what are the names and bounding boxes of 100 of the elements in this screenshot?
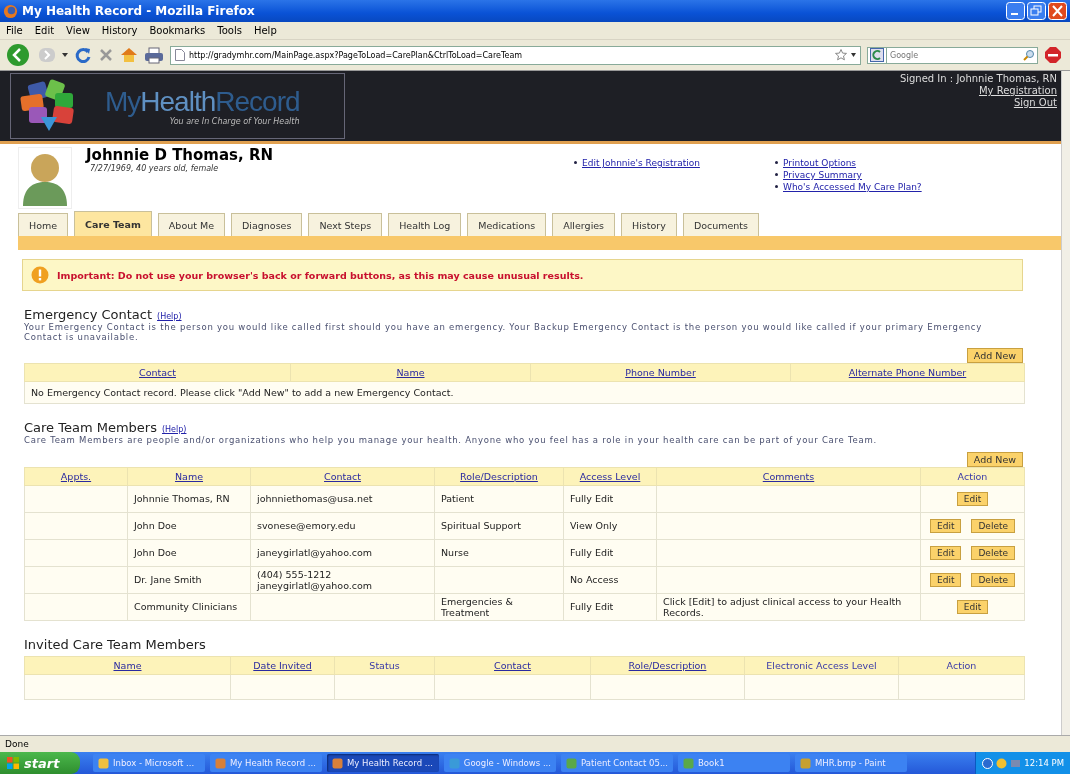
table-cell: Spiritual Support <box>434 512 564 539</box>
help-link[interactable]: (Help) <box>157 312 182 321</box>
header-link[interactable]: Sign Out <box>1013 97 1057 109</box>
menu-item[interactable]: Help <box>253 25 277 36</box>
column-header[interactable]: Role/Description <box>590 656 745 674</box>
add-new-button[interactable]: Add New <box>966 348 1023 363</box>
edit-button[interactable]: Edit <box>956 491 989 506</box>
menu-item[interactable]: Tools <box>217 25 242 36</box>
clock: 12:14 PM <box>1024 758 1064 768</box>
column-header[interactable]: Name <box>290 363 531 382</box>
profile-link[interactable]: Privacy Summary <box>783 170 862 180</box>
app-icon <box>449 757 460 769</box>
header-link[interactable]: My Registration <box>978 85 1057 97</box>
patient-name: Johnnie D Thomas, RN <box>86 147 275 164</box>
app-icon <box>800 757 811 769</box>
caret-icon[interactable] <box>851 53 856 57</box>
bullet-icon <box>775 173 778 176</box>
address-field[interactable]: http://gradymhr.com/MainPage.aspx?PageToLoad=CarePlan&CtrlToLoad=CareTeam <box>170 45 861 65</box>
column-header[interactable]: Access Level <box>563 467 657 485</box>
window-title: My Health Record - Mozilla Firefox <box>22 4 256 18</box>
delete-button[interactable]: Delete <box>971 545 1015 560</box>
menu-item[interactable]: File <box>6 25 23 36</box>
warning-icon <box>31 266 49 284</box>
tagline: You are In Charge of Your Health <box>169 116 300 126</box>
tab[interactable]: Care Team <box>74 211 152 236</box>
column-header[interactable]: Contact <box>250 467 435 485</box>
minimize-button[interactable] <box>1006 2 1025 20</box>
column-header[interactable]: Role/Description <box>434 467 564 485</box>
edit-button[interactable]: Edit <box>930 545 962 560</box>
tab[interactable]: Health Log <box>388 213 462 236</box>
column-header[interactable]: Phone Number <box>530 363 791 382</box>
app-icon <box>332 757 343 769</box>
profile-link[interactable]: Who's Accessed My Care Plan? <box>783 182 922 192</box>
tab[interactable]: History <box>621 213 677 236</box>
table-cell: svonese@emory.edu <box>250 512 435 539</box>
tab[interactable]: Medications <box>467 213 547 236</box>
home-icon[interactable] <box>120 47 138 63</box>
column-header[interactable]: Appts. <box>24 467 128 485</box>
tab[interactable]: Diagnoses <box>231 213 303 236</box>
profile-link[interactable]: Printout Options <box>783 158 857 168</box>
column-header[interactable]: Date Invited <box>230 656 335 674</box>
empty-message: No Emergency Contact record. Please click "Add New" to add a new Emergency Contact. <box>24 381 1025 404</box>
column-header[interactable]: Name <box>127 467 251 485</box>
adblock-icon[interactable] <box>1044 46 1062 64</box>
tab[interactable]: Home <box>18 213 69 236</box>
table-cell: janeygirlatl@yahoo.com <box>250 539 435 566</box>
table-cell: Click [Edit] to adjust clinical access to your Health Records. <box>656 593 921 620</box>
scrollbar[interactable] <box>1061 71 1070 735</box>
delete-button[interactable]: Delete <box>971 518 1015 533</box>
table-cell: John Doe <box>127 539 251 566</box>
table-cell: (404) 555-1212 janeygirlatl@yahoo.com <box>250 566 435 593</box>
bullet-icon <box>775 161 778 164</box>
menu-item[interactable]: View <box>66 25 90 36</box>
edit-button[interactable]: Edit <box>956 599 989 614</box>
search-field[interactable]: Google <box>886 46 1038 64</box>
section-description: Care Team Members are people and/or organizations who help you manage your health. Anyone who you feel has a role in your health care can be part of your Care Team. <box>24 436 878 446</box>
table-cell: View Only <box>563 512 657 539</box>
edit-button[interactable]: Edit <box>930 518 962 533</box>
table-cell: Fully Edit <box>563 593 657 620</box>
stop-icon[interactable] <box>98 47 114 63</box>
star-icon[interactable] <box>835 49 847 61</box>
search-engine-icon[interactable] <box>870 48 884 62</box>
column-header[interactable]: Alternate Phone Number <box>790 363 1025 382</box>
table-cell: Patient <box>434 485 564 512</box>
back-button[interactable] <box>6 43 32 67</box>
profile-link[interactable]: Edit Johnnie's Registration <box>582 158 700 168</box>
tray-icon[interactable] <box>982 757 994 769</box>
add-new-button[interactable]: Add New <box>966 451 1023 467</box>
close-button[interactable] <box>1048 2 1067 20</box>
tab[interactable]: Allergies <box>552 213 616 236</box>
menu-item[interactable]: Bookmarks <box>149 25 206 36</box>
edit-button[interactable]: Edit <box>930 572 962 587</box>
logo-text: MyHealthRecord <box>105 86 300 117</box>
reload-icon[interactable] <box>74 46 92 64</box>
caret-icon[interactable] <box>62 53 68 57</box>
tab[interactable]: About Me <box>157 213 225 236</box>
restore-button[interactable] <box>1027 2 1046 20</box>
help-link[interactable]: (Help) <box>162 425 187 434</box>
column-header[interactable]: Name <box>24 656 231 674</box>
delete-button[interactable]: Delete <box>971 572 1015 587</box>
table-cell: Emergencies & Treatment <box>434 593 564 620</box>
menu-item[interactable]: Edit <box>34 25 55 36</box>
taskbar-item[interactable]: My Health Record ... <box>327 754 439 772</box>
menu-item[interactable]: History <box>101 25 138 36</box>
app-icon <box>215 757 226 769</box>
app-icon <box>98 757 109 769</box>
print-icon[interactable] <box>144 46 164 64</box>
search-icon[interactable] <box>1023 48 1035 61</box>
windows-logo-icon <box>6 756 20 770</box>
tab[interactable]: Documents <box>682 213 760 236</box>
status-text: Done <box>5 739 29 749</box>
section-title: Care Team Members <box>24 420 157 435</box>
column-header[interactable]: Contact <box>24 363 291 382</box>
table-cell: Fully Edit <box>563 539 657 566</box>
table-cell: Dr. Jane Smith <box>127 566 251 593</box>
column-header[interactable]: Contact <box>434 656 591 674</box>
column-header[interactable]: Comments <box>656 467 921 485</box>
tab[interactable]: Next Steps <box>308 213 383 236</box>
bullet-icon <box>775 185 778 188</box>
table-cell: Nurse <box>434 539 564 566</box>
